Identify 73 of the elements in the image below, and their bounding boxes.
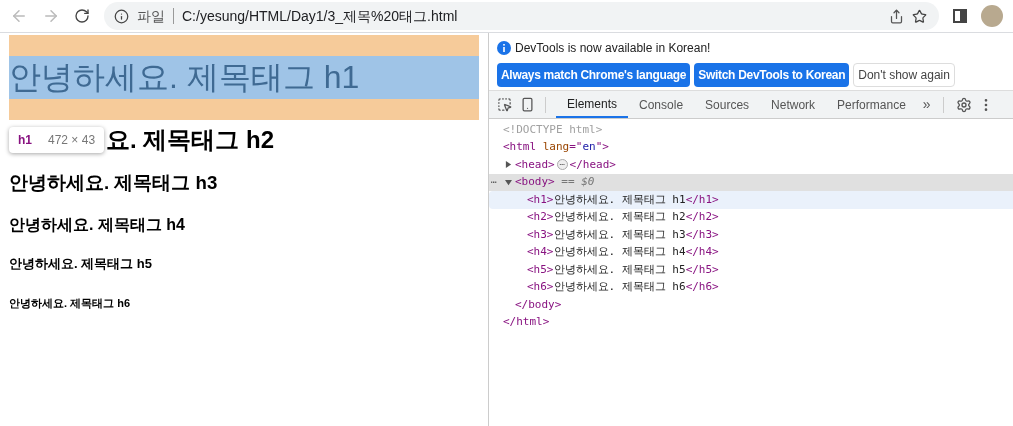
info-icon [497,41,511,55]
markup-token: <h3> [527,226,554,243]
scheme-label: 파일 [137,6,165,26]
device-icon[interactable] [520,97,535,112]
dom-node-row[interactable]: <h6>안녕하세요. 제목태그 h6</h6> [489,278,1013,296]
devtools-tab[interactable]: Performance [826,91,917,118]
devtools-tab[interactable]: Network [760,91,827,118]
markup-token: </body> [515,296,562,313]
inspect-icon[interactable] [497,97,512,112]
markup-token: <h4> [527,244,554,260]
markup-token: en [582,139,596,155]
url-text: C:/yesung/HTML/Day1/3_제목%20태그.html [182,6,459,26]
dom-node-row[interactable]: <h3>안녕하세요. 제목태그 h3</h3> [489,226,1013,244]
page-heading: 안녕하세요. 제목태그 h6 [9,297,131,310]
page-heading: 안녕하세요. 제목태그 h4 [9,215,186,234]
node-text: 안녕하세요. 제목태그 h5 [553,261,686,278]
markup-token: <h6> [527,279,554,295]
markup-token: </h3> [685,226,719,243]
markup-token: <h1> [527,191,554,208]
address-bar[interactable]: 파일 C:/yesung/HTML/Day1/3_제목%20태그.html [104,2,939,30]
devtools-tab[interactable]: Elements [556,91,629,118]
more-icon[interactable]: ⋯ [491,175,497,189]
markup-token: == $0 [560,174,595,190]
settings-icon[interactable] [955,96,972,113]
side-panel-icon[interactable] [953,9,967,23]
markup-token: </head> [569,156,616,173]
dom-node-row[interactable]: <h4>안녕하세요. 제목태그 h4</h4> [489,243,1013,261]
devtools-tab[interactable]: Console [628,91,695,118]
node-text: 안녕하세요. 제목태그 h2 [553,209,686,225]
banner-button[interactable]: Always match Chrome's language [497,63,691,87]
markup-token: <h2> [527,209,554,225]
markup-token: </h1> [685,191,719,208]
dom-node-row[interactable]: ⋯ <body> == $0 [489,173,1013,191]
banner-button[interactable]: Don't show again [853,63,955,87]
bookmark-star-icon[interactable] [912,8,927,24]
more-tabs-button[interactable]: » [916,94,937,115]
node-text: 안녕하세요. 제목태그 h6 [553,279,686,295]
markup-token: </html> [503,314,550,330]
markup-token: <html [503,139,537,155]
markup-token: </h4> [685,244,719,260]
markup-token: <body> [515,174,555,190]
markup-token: "> [595,139,609,155]
banner-message: DevTools is now available in Korean! [515,40,711,57]
node-text: 안녕하세요. 제목태그 h3 [553,226,686,243]
node-text: 안녕하세요. 제목태그 h4 [553,244,686,260]
dom-node-row[interactable]: <h2>안녕하세요. 제목태그 h2</h2> [489,208,1013,226]
expanded-triangle-icon[interactable] [505,178,512,186]
collapsed-badge[interactable]: ⋯ [556,159,568,171]
share-icon[interactable] [889,8,904,24]
markup-token: <head> [515,156,555,173]
reload-icon[interactable] [74,8,90,24]
tooltip-tag: h1 [18,131,32,149]
markup-token: </h6> [685,279,719,295]
dom-node-row[interactable]: <head> ⋯ </head> [489,156,1013,174]
markup-token: </h5> [685,261,719,278]
markup-token: =" [569,139,583,155]
dom-node-row[interactable]: <html lang="en"> [489,138,1013,156]
node-text: 안녕하세요. 제목태그 h1 [553,191,686,208]
tooltip-size: 472 × 43 [48,132,96,149]
devtools-tab[interactable]: Sources [694,91,761,118]
collapsed-triangle-icon[interactable] [505,161,512,169]
markup-token: <h5> [527,261,554,278]
dom-node-row[interactable]: <h1>안녕하세요. 제목태그 h1</h1> [489,191,1013,209]
page-heading: 안녕하세요. 제목태그 h3 [9,172,219,194]
page-heading: 요. 제목태그 h2 [106,126,275,154]
markup-token: lang [541,139,570,155]
page-heading: 안녕하세요. 제목태그 h5 [9,256,153,272]
dom-node-row[interactable]: <h5>안녕하세요. 제목태그 h5</h5> [489,261,1013,279]
markup-token: </h2> [685,209,719,225]
info-icon[interactable] [114,8,129,24]
markup-token: <!DOCTYPE html> [503,121,603,138]
banner-button[interactable]: Switch DevTools to Korean [694,63,850,87]
page-heading: 안녕하세요. 제목태그 h1 [9,56,479,99]
